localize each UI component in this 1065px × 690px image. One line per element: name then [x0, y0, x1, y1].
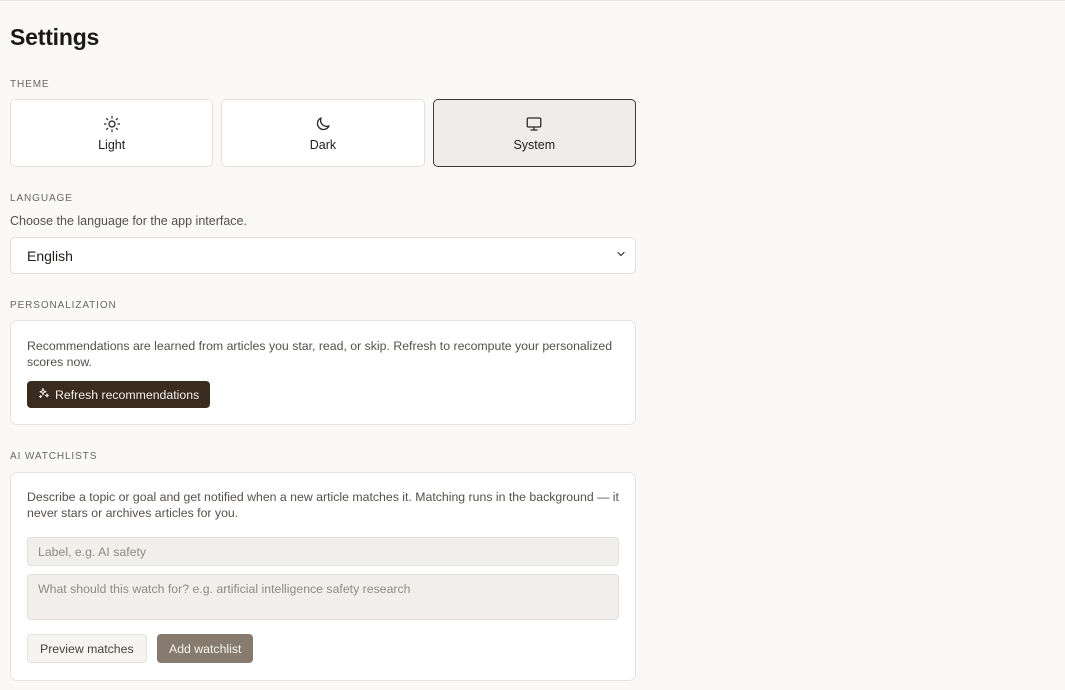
- watchlists-card: Describe a topic or goal and get notifie…: [10, 472, 636, 681]
- top-border: [0, 0, 1065, 1]
- monitor-icon: [524, 115, 544, 133]
- language-select-value: English: [27, 247, 73, 264]
- add-watchlist-button[interactable]: Add watchlist: [157, 634, 254, 663]
- theme-option-label: Dark: [309, 137, 337, 152]
- watchlists-text: Describe a topic or goal and get notifie…: [27, 490, 619, 520]
- page-title: Settings: [10, 24, 100, 50]
- theme-section-label: THEME: [10, 79, 50, 90]
- refresh-recommendations-label: Refresh recommendations: [55, 387, 200, 402]
- theme-option-label: Light: [98, 137, 126, 152]
- personalization-section-label: PERSONALIZATION: [10, 300, 117, 311]
- theme-option-light[interactable]: Light: [10, 99, 214, 167]
- preview-matches-button[interactable]: Preview matches: [27, 634, 147, 663]
- moon-icon: [314, 115, 332, 133]
- theme-option-system[interactable]: System: [432, 99, 636, 167]
- personalization-text: Recommendations are learned from article…: [27, 339, 613, 369]
- sun-icon: [103, 115, 121, 133]
- theme-option-label: System: [513, 137, 556, 152]
- language-select[interactable]: English: [10, 237, 636, 274]
- theme-selector: Light Dark System: [10, 99, 636, 167]
- personalization-card: Recommendations are learned from article…: [10, 320, 636, 425]
- language-description: Choose the language for the app interfac…: [10, 214, 247, 228]
- theme-option-dark[interactable]: Dark: [221, 99, 425, 167]
- watchlists-section-label: AI WATCHLISTS: [10, 451, 98, 462]
- sparkles-icon: [38, 387, 50, 402]
- chevron-down-icon: [615, 247, 627, 265]
- watchlist-query-input[interactable]: [27, 574, 619, 620]
- language-section-label: LANGUAGE: [10, 193, 73, 204]
- watchlist-label-input[interactable]: [27, 537, 619, 566]
- refresh-recommendations-button[interactable]: Refresh recommendations: [27, 381, 211, 408]
